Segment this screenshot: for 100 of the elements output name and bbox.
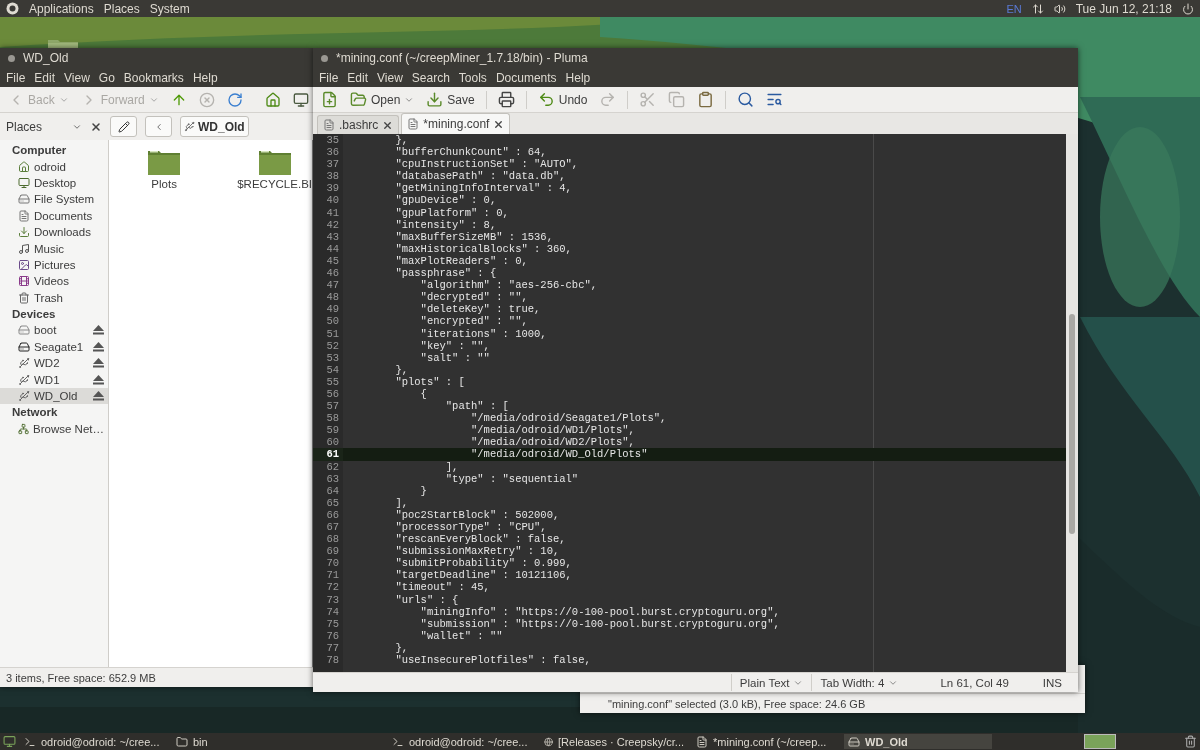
code-line: "maxPlotReaders" : 0, <box>394 254 528 268</box>
eject-icon[interactable] <box>93 374 104 385</box>
menu-item[interactable]: Bookmarks <box>123 70 184 85</box>
menu-item[interactable]: View <box>377 70 403 85</box>
code-line: "maxHistoricalBlocks" : 360, <box>394 242 572 255</box>
window-menu-icon[interactable] <box>8 54 15 62</box>
network-icon <box>18 422 30 435</box>
close-icon[interactable] <box>493 118 505 130</box>
menu-item[interactable]: Tools <box>458 70 487 85</box>
menu-item[interactable]: View <box>64 70 90 85</box>
status-text: INS <box>1041 676 1062 689</box>
line-number: 51 <box>325 327 340 340</box>
code-line: "plots" : [ <box>394 375 465 388</box>
menu-item[interactable]: Help <box>565 70 591 85</box>
paste-icon <box>697 91 715 108</box>
line-number: 39 <box>325 182 340 195</box>
document-tab[interactable]: *mining.conf <box>401 113 511 134</box>
sidebar-item[interactable]: boot <box>0 322 108 339</box>
edit-location-button[interactable] <box>110 116 138 137</box>
taskbar-item[interactable]: WD_Old <box>844 734 992 749</box>
sidebar-item[interactable]: Music <box>0 240 108 257</box>
line-number: 65 <box>325 496 340 509</box>
toolbar-button[interactable]: Save <box>422 88 479 111</box>
distro-logo-icon[interactable] <box>6 2 19 15</box>
sidebar-item[interactable]: Browse Net… <box>0 420 108 438</box>
panel-menu[interactable]: Applications <box>29 1 94 16</box>
folder-icon <box>147 148 182 176</box>
scrollbar[interactable] <box>1066 134 1078 672</box>
toolbar-button[interactable]: Open <box>346 88 419 111</box>
menu-item[interactable]: File <box>319 70 339 85</box>
network-icon[interactable] <box>1031 2 1044 15</box>
sidebar-item[interactable]: Documents <box>0 207 108 224</box>
sidebar-item[interactable]: Desktop <box>0 174 108 192</box>
taskbar-item[interactable]: odroid@odroid: ~/cree... <box>20 734 168 749</box>
file-name[interactable]: $RECYCLE.BI <box>237 178 312 190</box>
panel-menu[interactable]: System <box>149 1 190 16</box>
window-menu-icon[interactable] <box>321 54 328 62</box>
sidebar-item[interactable]: Seagate1 <box>0 338 108 356</box>
menu-item[interactable]: Edit <box>34 70 56 85</box>
file-name[interactable]: Plots <box>151 178 177 190</box>
sidebar-item[interactable]: WD_Old <box>0 387 108 405</box>
toolbar-button[interactable]: Undo <box>533 88 592 111</box>
line-number: 66 <box>325 508 340 521</box>
line-number: 59 <box>325 424 340 437</box>
line-number: 53 <box>325 351 340 364</box>
panel-menu[interactable]: Places <box>103 1 140 16</box>
taskbar-item[interactable]: *mining.conf (~/creep... <box>692 734 840 749</box>
close-icon[interactable] <box>382 119 394 131</box>
show-desktop-icon[interactable] <box>3 735 16 748</box>
reload-icon <box>226 91 243 108</box>
sidebar-item[interactable]: Trash <box>0 289 108 306</box>
stop-icon <box>198 91 215 108</box>
clock[interactable]: Tue Jun 12, 21:18 <box>1075 1 1172 16</box>
line-number: 62 <box>325 460 340 473</box>
line-number: 52 <box>325 339 340 352</box>
document-icon <box>407 118 420 130</box>
hard-drive-icon <box>848 735 860 748</box>
code-line: ], <box>444 460 459 473</box>
sidebar-item[interactable]: WD2 <box>0 355 108 372</box>
menu-item[interactable]: Edit <box>347 70 369 85</box>
menu-item[interactable]: Go <box>98 70 115 85</box>
status-dropdown[interactable]: Tab Width: 4 <box>811 674 907 691</box>
code-line: "databasePath" : "data.db", <box>394 170 566 183</box>
code-editor[interactable] <box>343 134 1066 672</box>
menu-item[interactable]: Documents <box>495 70 557 85</box>
line-number: 44 <box>325 242 340 255</box>
sidebar-item[interactable]: odroid <box>0 158 108 175</box>
eject-icon[interactable] <box>93 391 104 402</box>
taskbar-item[interactable]: [Releases · Creepsky/cr... <box>540 734 688 749</box>
save-icon <box>426 91 444 108</box>
download-icon <box>18 226 30 239</box>
taskbar-item[interactable]: bin <box>172 734 240 749</box>
menu-item[interactable]: File <box>6 70 26 85</box>
status-dropdown[interactable]: Plain Text <box>730 674 812 691</box>
folder-icon <box>257 148 292 176</box>
sidebar-item[interactable]: WD1 <box>0 371 108 388</box>
trash-icon[interactable] <box>1184 735 1197 748</box>
document-tab[interactable]: .bashrc <box>317 115 400 134</box>
eject-icon[interactable] <box>93 325 104 336</box>
sidebar-item[interactable]: Videos <box>0 273 108 290</box>
menu-item[interactable]: Help <box>192 70 218 85</box>
sidebar-item[interactable]: File System <box>0 191 108 208</box>
eject-icon[interactable] <box>93 358 104 369</box>
menu-item[interactable]: Search <box>411 70 450 85</box>
path-button[interactable]: WD_Old <box>180 116 249 137</box>
taskbar-item[interactable]: odroid@odroid: ~/cree... <box>388 734 536 749</box>
power-icon[interactable] <box>1182 2 1194 15</box>
workspace-switcher[interactable] <box>1084 734 1116 749</box>
volume-icon[interactable] <box>1053 2 1066 15</box>
sidebar-item[interactable]: Downloads <box>0 223 108 241</box>
line-number: 57 <box>325 400 340 413</box>
window-title: WD_Old <box>23 51 69 65</box>
line-number: 43 <box>325 230 340 243</box>
close-icon[interactable] <box>90 120 103 133</box>
line-number: 54 <box>325 363 340 376</box>
sidebar-item[interactable]: Pictures <box>0 256 108 274</box>
places-dropdown[interactable]: Places <box>6 119 83 134</box>
line-number: 67 <box>325 521 340 534</box>
line-number: 37 <box>325 158 340 171</box>
eject-icon[interactable] <box>93 341 104 352</box>
